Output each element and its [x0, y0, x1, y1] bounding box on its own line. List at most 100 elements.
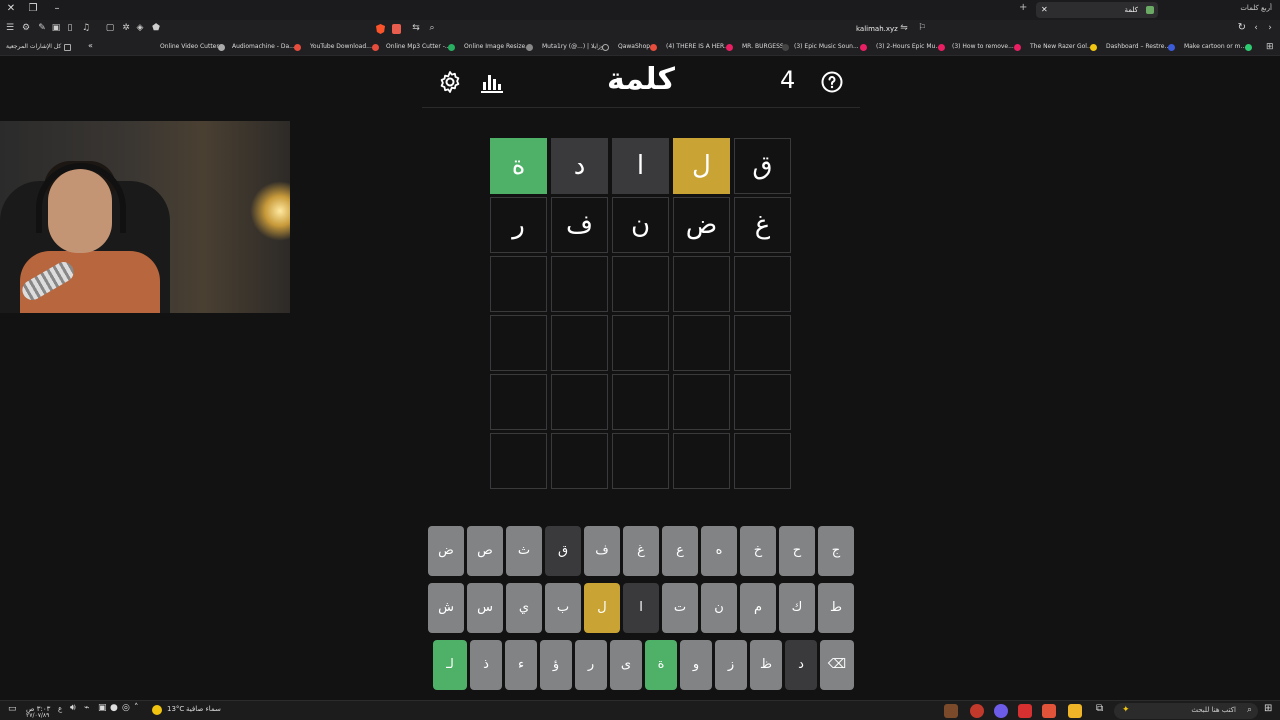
letter-key[interactable]: د [785, 640, 817, 690]
letter-key[interactable]: ث [506, 526, 542, 576]
sidebar-icon[interactable]: ▯ [64, 23, 76, 33]
forward-icon[interactable]: › [1264, 23, 1276, 33]
weather-text[interactable]: سماء صافية [186, 705, 221, 713]
app-taskbar-icon[interactable] [994, 704, 1008, 718]
bookmark-item[interactable]: Dashboard – Restre... [1106, 43, 1170, 50]
letter-key[interactable]: ق [545, 526, 581, 576]
bookmark-item[interactable]: MR. BURGESS [742, 43, 784, 50]
bookmark-item[interactable]: (4) THERE IS A HER... [666, 43, 730, 50]
backspace-key[interactable]: ⌫ [820, 640, 854, 690]
address-bar[interactable]: ⇆ ⌕ kalimah.xyz ⇋ ⚐ [370, 22, 930, 38]
translate-icon[interactable]: ⇋ [898, 23, 910, 33]
brave-shield-icon[interactable] [376, 24, 385, 34]
letter-key[interactable]: ن [701, 583, 737, 633]
letter-key[interactable]: ر [575, 640, 607, 690]
letter-key[interactable]: ء [505, 640, 537, 690]
letter-key[interactable]: ؤ [540, 640, 572, 690]
start-icon[interactable]: ⊞ [1264, 703, 1272, 714]
letter-key[interactable]: و [680, 640, 712, 690]
letter-key[interactable]: ك [779, 583, 815, 633]
bookmark-item[interactable]: Make cartoon or m... [1184, 43, 1246, 50]
notifications-icon[interactable]: ▭ [8, 704, 17, 714]
display-icon[interactable]: ▣ [98, 703, 107, 713]
bookmark-item[interactable]: Online Image Resize... [464, 43, 531, 50]
new-tab-icon[interactable]: + [1019, 2, 1027, 13]
browser-tab-secondary[interactable]: أربع كلمات [1240, 4, 1272, 12]
letter-key[interactable]: ظ [750, 640, 782, 690]
letter-key[interactable]: ف [584, 526, 620, 576]
letter-key[interactable]: ي [506, 583, 542, 633]
letter-key[interactable]: م [740, 583, 776, 633]
tray-overflow-icon[interactable]: ˄ [134, 703, 139, 713]
reload-icon[interactable]: ↻ [1238, 22, 1246, 33]
search-icon[interactable]: ⌕ [426, 23, 438, 33]
letter-key[interactable]: ش [428, 583, 464, 633]
screenshot-icon[interactable]: ▢ [104, 23, 116, 33]
app-taskbar-icon[interactable] [1018, 704, 1032, 718]
enter-key[interactable]: ﻟـ [433, 640, 467, 690]
letter-key[interactable]: ج [818, 526, 854, 576]
minimize-window-icon[interactable]: – [50, 3, 64, 14]
microphone-icon[interactable]: ● [110, 703, 118, 713]
music-icon[interactable]: ♫ [80, 23, 92, 33]
letter-key[interactable]: ه [701, 526, 737, 576]
letter-key[interactable]: ع [662, 526, 698, 576]
letter-key[interactable]: ح [779, 526, 815, 576]
bookmarks-overflow-icon[interactable]: « [88, 41, 93, 50]
task-view-icon[interactable]: ⧉ [1096, 703, 1103, 714]
bookmark-item[interactable]: QawaShop [618, 43, 650, 50]
letter-key[interactable]: س [467, 583, 503, 633]
letter-key[interactable]: ا [623, 583, 659, 633]
bookmark-item[interactable]: (3) How to remove... [952, 43, 1014, 50]
bookmark-item[interactable]: (3) Epic Music Soun... [794, 43, 859, 50]
share-icon[interactable]: ⇆ [410, 23, 422, 33]
letter-key[interactable]: ذ [470, 640, 502, 690]
settings-icon[interactable]: ⚙ [20, 23, 32, 33]
back-icon[interactable]: ‹ [1250, 23, 1262, 33]
bookmark-item[interactable]: Audiomachine - Da... [232, 43, 295, 50]
bookmark-icon[interactable]: ⚐ [916, 23, 928, 33]
bookmark-item[interactable]: (3) 2-Hours Epic Mu... [876, 43, 941, 50]
close-window-icon[interactable]: ✕ [4, 3, 18, 14]
shield-tray-icon[interactable]: ◎ [122, 703, 130, 713]
menu-icon[interactable]: ☰ [4, 23, 16, 33]
letter-key[interactable]: خ [740, 526, 776, 576]
pen-icon[interactable]: ✎ [36, 23, 48, 33]
window-icon[interactable]: ▣ [50, 23, 62, 33]
all-bookmarks-folder[interactable]: كل الإشارات المرجعية [6, 43, 61, 50]
letter-key[interactable]: ض [428, 526, 464, 576]
taskbar-search[interactable]: اكتب هنا للبحث ⌕ ✦ [1114, 703, 1258, 719]
clock-date[interactable]: ٢٧/٠٧/٨٩ [26, 712, 49, 719]
letter-key[interactable]: ب [545, 583, 581, 633]
weather-icon[interactable] [152, 705, 162, 715]
bookmark-item[interactable]: YouTube Download... [310, 43, 372, 50]
apps-grid-icon[interactable]: ⊞ [1266, 42, 1274, 52]
letter-key[interactable]: ل [584, 583, 620, 633]
letter-key[interactable]: ى [610, 640, 642, 690]
input-language[interactable]: ع [58, 705, 62, 713]
vpn-icon[interactable]: ⬟ [150, 23, 162, 33]
app-taskbar-icon[interactable] [944, 704, 958, 718]
bookmark-item[interactable]: The New Razer Gol... [1030, 43, 1093, 50]
file-explorer-icon[interactable] [1068, 704, 1082, 718]
brave-browser-icon[interactable] [1042, 704, 1056, 718]
app-taskbar-icon[interactable] [970, 704, 984, 718]
network-icon[interactable]: ⌁ [84, 703, 89, 713]
browser-tab-active[interactable]: ✕ كلمة [1036, 2, 1158, 18]
letter-key[interactable]: غ [623, 526, 659, 576]
tab-close-icon[interactable]: ✕ [1041, 2, 1048, 18]
rewards-icon[interactable] [392, 24, 401, 34]
extensions-icon[interactable]: ✲ [120, 23, 132, 33]
bookmark-item[interactable]: Online Mp3 Cutter -... [386, 43, 451, 50]
letter-key[interactable]: ز [715, 640, 747, 690]
bookmark-item[interactable]: Muta1ry (@...) | موزايلا [542, 43, 607, 50]
bookmark-item[interactable]: Online Video Cutter [160, 43, 219, 50]
wallet-icon[interactable]: ◈ [134, 23, 146, 33]
letter-key[interactable]: ت [662, 583, 698, 633]
weather-temp[interactable]: 13°C [167, 705, 184, 713]
letter-key[interactable]: ط [818, 583, 854, 633]
volume-icon[interactable]: 🔊︎ [70, 703, 76, 713]
help-icon[interactable] [820, 70, 844, 94]
restore-window-icon[interactable]: ❐ [26, 3, 40, 14]
letter-key[interactable]: ة [645, 640, 677, 690]
